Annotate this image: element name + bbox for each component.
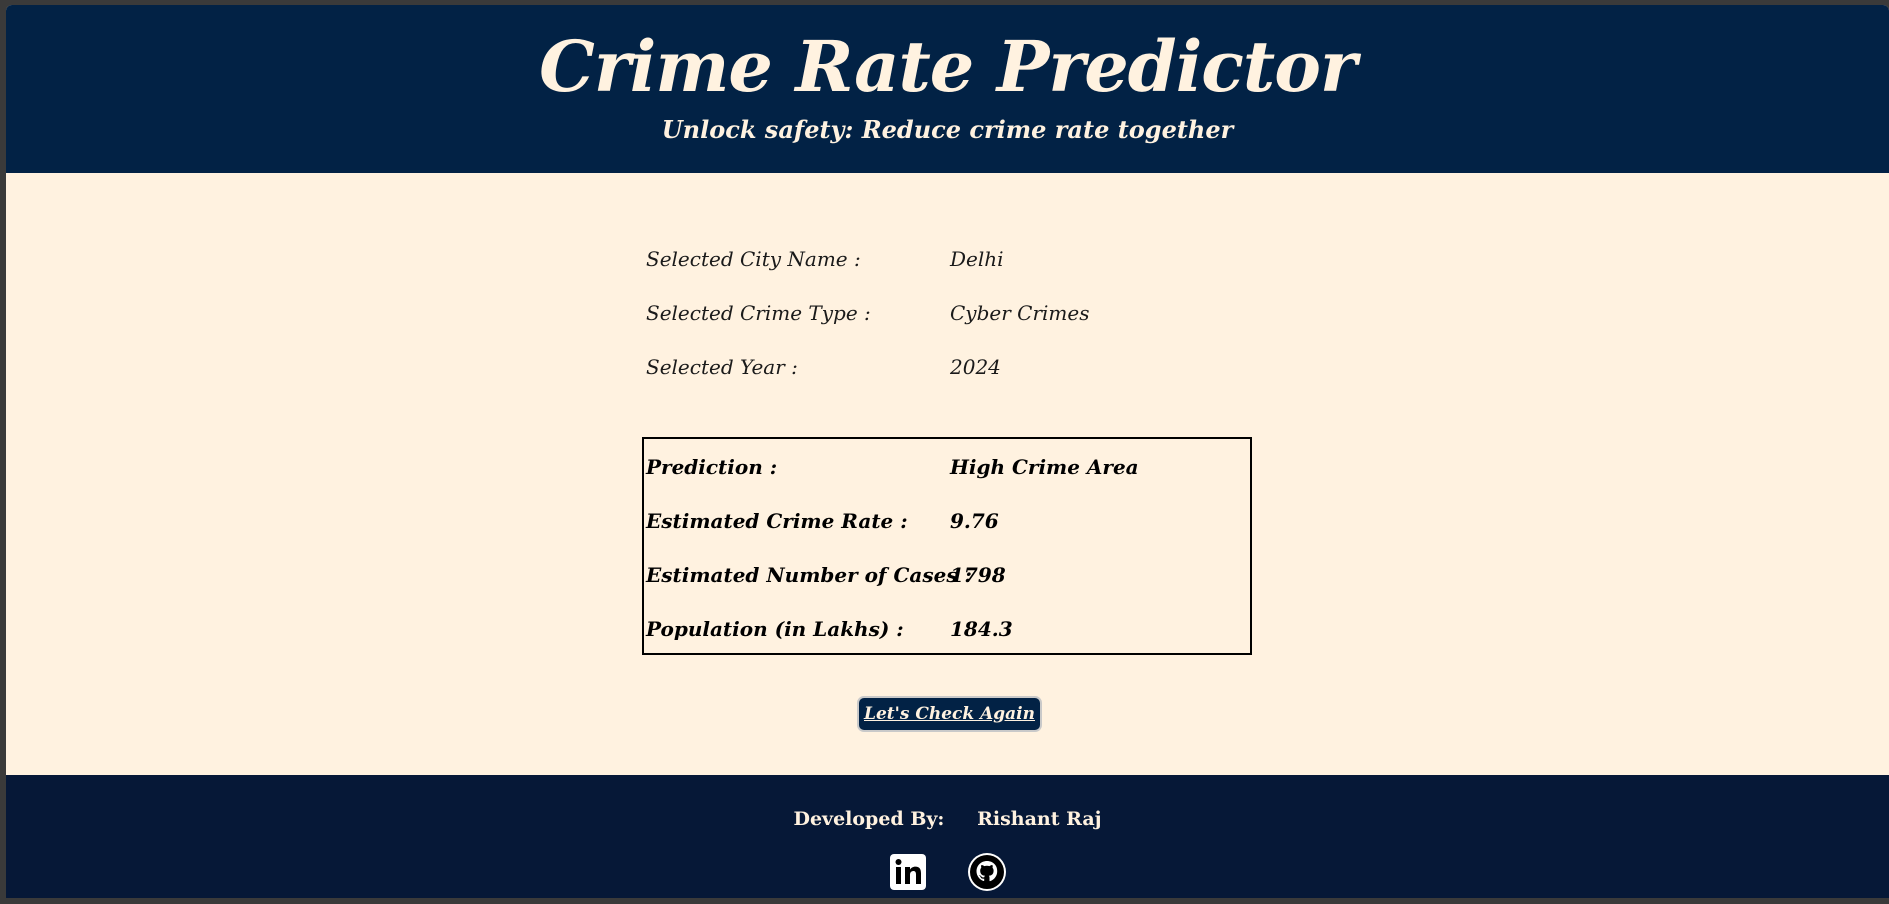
linkedin-icon[interactable] <box>888 852 928 892</box>
social-links <box>6 852 1889 892</box>
cases-row: Estimated Number of Cases : 1798 <box>646 557 1246 611</box>
page-footer: Developed By: Rishant Raj <box>6 775 1889 898</box>
selection-summary: Selected City Name : Delhi Selected Crim… <box>646 241 1266 403</box>
cases-label: Estimated Number of Cases : <box>646 563 972 587</box>
prediction-result-box: Prediction : High Crime Area Estimated C… <box>642 437 1252 655</box>
population-row: Population (in Lakhs) : 184.3 <box>646 611 1246 665</box>
page-title: Crime Rate Predictor <box>539 25 1357 108</box>
selected-year-value: 2024 <box>950 355 1001 379</box>
selected-city-row: Selected City Name : Delhi <box>646 241 1266 295</box>
check-again-button[interactable]: Let's Check Again <box>857 696 1042 732</box>
selected-city-value: Delhi <box>950 247 1004 271</box>
selected-year-row: Selected Year : 2024 <box>646 349 1266 403</box>
prediction-row: Prediction : High Crime Area <box>646 449 1246 503</box>
github-icon[interactable] <box>967 852 1007 892</box>
prediction-label: Prediction : <box>646 455 778 479</box>
crime-rate-row: Estimated Crime Rate : 9.76 <box>646 503 1246 557</box>
selected-year-label: Selected Year : <box>646 355 798 379</box>
crime-rate-value: 9.76 <box>950 509 999 533</box>
app-window: Crime Rate Predictor Unlock safety: Redu… <box>6 5 1889 898</box>
prediction-value: High Crime Area <box>950 455 1139 479</box>
developed-by-label: Developed By: <box>793 808 945 830</box>
developer-name: Rishant Raj <box>977 808 1102 830</box>
population-value: 184.3 <box>950 617 1013 641</box>
population-label: Population (in Lakhs) : <box>646 617 904 641</box>
action-container: Let's Check Again <box>6 696 1889 732</box>
crime-rate-label: Estimated Crime Rate : <box>646 509 908 533</box>
selected-crime-type-row: Selected Crime Type : Cyber Crimes <box>646 295 1266 349</box>
selected-crime-type-value: Cyber Crimes <box>950 301 1090 325</box>
developer-credit: Developed By: Rishant Raj <box>6 808 1889 830</box>
page-subtitle: Unlock safety: Reduce crime rate togethe… <box>661 115 1234 144</box>
selected-city-label: Selected City Name : <box>646 247 861 271</box>
cases-value: 1798 <box>950 563 1006 587</box>
page-header: Crime Rate Predictor Unlock safety: Redu… <box>6 5 1889 173</box>
selected-crime-type-label: Selected Crime Type : <box>646 301 871 325</box>
